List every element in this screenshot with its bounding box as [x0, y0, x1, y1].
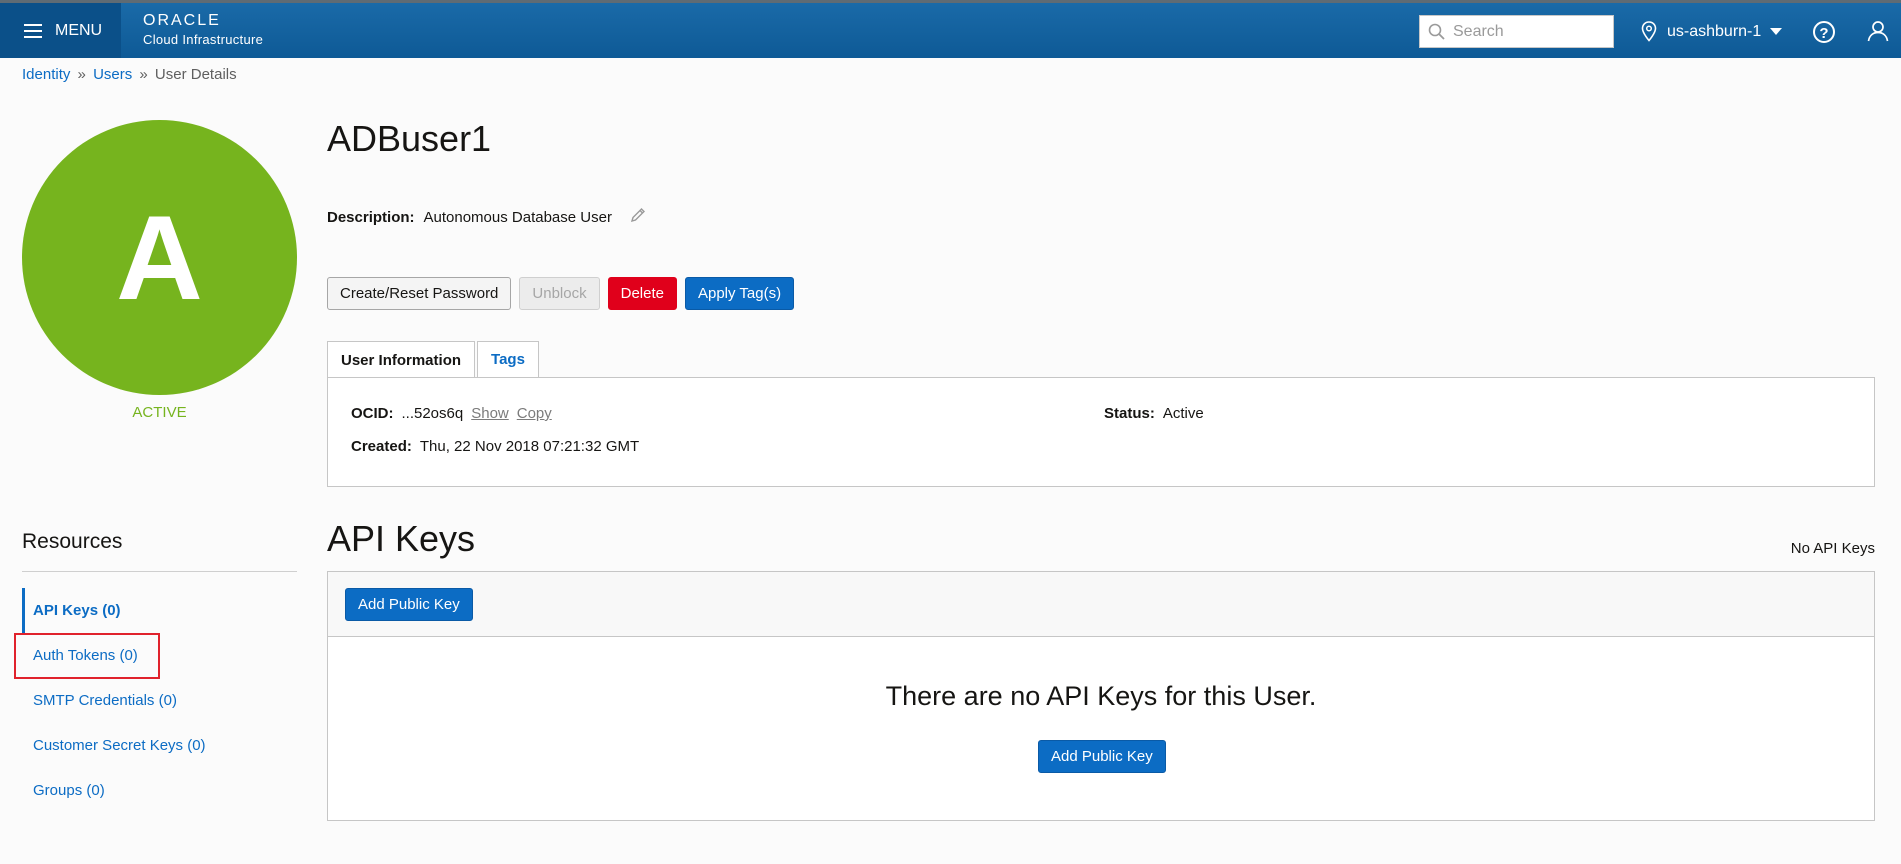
search-input[interactable]: Search [1419, 15, 1614, 48]
user-information-panel: OCID: ...52os6q Show Copy Created: Thu, … [327, 377, 1875, 487]
description-row: Description: Autonomous Database User [327, 207, 646, 227]
region-label: us-ashburn-1 [1667, 22, 1762, 40]
action-buttons: Create/Reset Password Unblock Delete App… [327, 277, 802, 310]
ocid-row: OCID: ...52os6q Show Copy [351, 405, 552, 422]
unblock-button[interactable]: Unblock [519, 277, 600, 310]
resources-divider [22, 571, 297, 572]
api-keys-heading: API Keys [327, 518, 476, 559]
table-toolbar: Add Public Key [328, 572, 1874, 637]
created-label: Created: [351, 438, 412, 455]
tab-user-information[interactable]: User Information [327, 341, 476, 379]
user-status-label: ACTIVE [132, 404, 187, 421]
highlight-annotation-box [14, 633, 160, 679]
resource-customer-secret-keys[interactable]: Customer Secret Keys (0) [22, 723, 297, 768]
menu-label: MENU [55, 21, 103, 39]
ocid-label: OCID: [351, 405, 394, 422]
description-label: Description: [327, 208, 415, 226]
created-row: Created: Thu, 22 Nov 2018 07:21:32 GMT [351, 438, 639, 455]
brand-subtitle: Cloud Infrastructure [143, 32, 264, 47]
breadcrumb: Identity » Users » User Details [22, 66, 237, 83]
api-keys-table: Add Public Key There are no API Keys for… [327, 571, 1875, 821]
user-profile-icon[interactable] [1867, 20, 1889, 47]
empty-state-message: There are no API Keys for this User. [885, 681, 1317, 711]
breadcrumb-identity[interactable]: Identity [22, 66, 70, 83]
search-placeholder: Search [1453, 22, 1504, 40]
status-label: Status: [1104, 405, 1155, 422]
breadcrumb-users[interactable]: Users [93, 66, 132, 83]
ocid-value: ...52os6q [401, 405, 464, 422]
top-navigation-bar: MENU ORACLE Cloud Infrastructure Search … [0, 0, 1901, 58]
menu-button[interactable]: MENU [0, 3, 121, 58]
empty-state-add-public-key-button[interactable]: Add Public Key [1038, 740, 1166, 773]
resource-smtp-credentials[interactable]: SMTP Credentials (0) [22, 678, 297, 723]
tab-bar: User Information Tags [327, 341, 541, 379]
resource-groups[interactable]: Groups (0) [22, 768, 297, 813]
status-row: Status: Active [1104, 405, 1204, 422]
edit-pencil-icon[interactable] [630, 207, 646, 227]
oracle-logo[interactable]: ORACLE Cloud Infrastructure [143, 12, 264, 48]
hamburger-icon [24, 23, 42, 38]
search-icon [1428, 23, 1445, 40]
api-keys-count: No API Keys [1790, 540, 1875, 557]
apply-tags-button[interactable]: Apply Tag(s) [684, 277, 795, 310]
tab-tags[interactable]: Tags [477, 341, 539, 377]
ocid-show-link[interactable]: Show [471, 405, 509, 422]
status-value: Active [1162, 405, 1204, 422]
location-pin-icon [1641, 21, 1657, 42]
resources-heading: Resources [22, 530, 123, 553]
region-selector[interactable]: us-ashburn-1 [1641, 21, 1783, 42]
created-value: Thu, 22 Nov 2018 07:21:32 GMT [419, 438, 640, 455]
breadcrumb-current: User Details [154, 66, 237, 83]
breadcrumb-separator: » [139, 66, 148, 83]
delete-button[interactable]: Delete [607, 277, 677, 310]
description-value: Autonomous Database User [423, 208, 612, 226]
resources-list: API Keys (0) Auth Tokens (0) SMTP Creden… [22, 588, 297, 813]
help-icon[interactable]: ? [1813, 21, 1835, 43]
user-avatar: A [22, 120, 297, 395]
page-title: ADBuser1 [327, 118, 492, 159]
chevron-down-icon [1770, 28, 1783, 35]
resource-api-keys[interactable]: API Keys (0) [22, 588, 297, 633]
add-public-key-button[interactable]: Add Public Key [345, 588, 473, 621]
ocid-copy-link[interactable]: Copy [517, 405, 552, 422]
breadcrumb-separator: » [77, 66, 86, 83]
create-reset-password-button[interactable]: Create/Reset Password [327, 277, 512, 310]
brand-name: ORACLE [143, 12, 221, 29]
